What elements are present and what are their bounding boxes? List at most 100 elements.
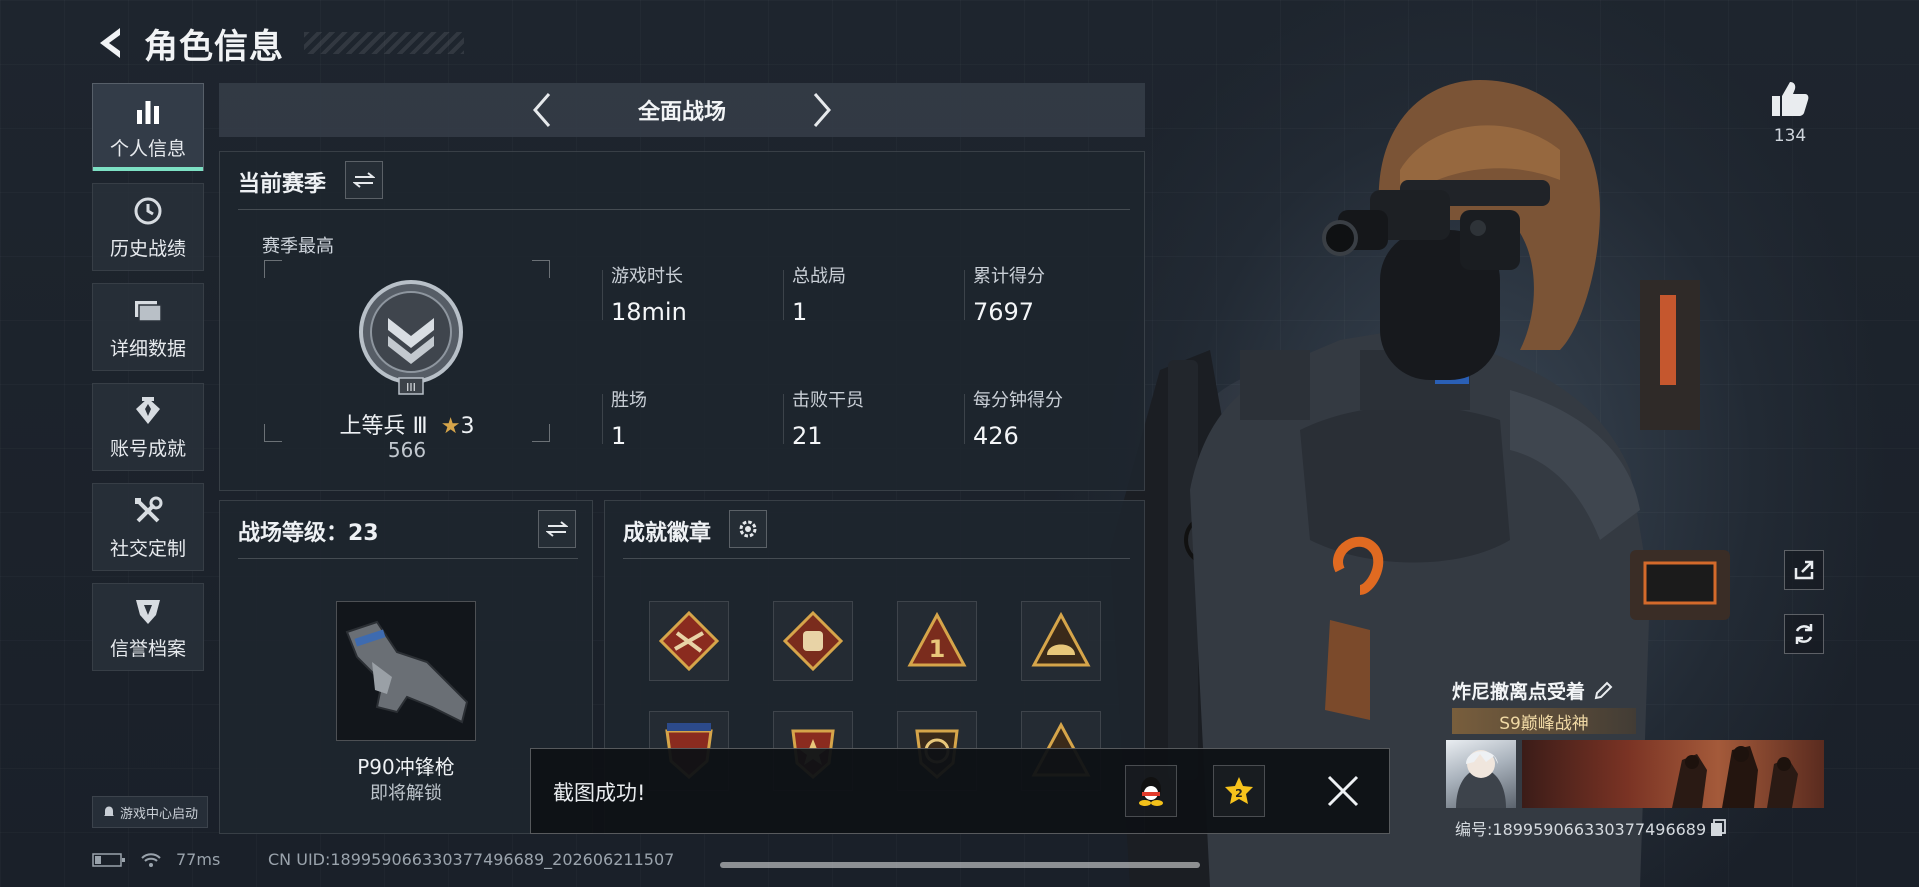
badge-item[interactable]: 1 [897, 601, 977, 681]
weapon-card[interactable] [336, 601, 476, 741]
stat-label: 游戏时长 [611, 266, 683, 287]
emblem-numeral: III [406, 381, 416, 394]
battlefield-level-title: 战场等级：23 [238, 521, 379, 546]
sidebar-item-achievements[interactable]: 账号成就 [92, 383, 204, 471]
stat-separator [964, 394, 965, 444]
share-qzone-button[interactable]: 2 [1213, 765, 1265, 817]
sidebar-item-label: 历史战绩 [109, 237, 186, 260]
close-icon[interactable] [1323, 771, 1363, 811]
clock-icon [131, 194, 165, 228]
uid-text: CN UID:18995906633037749668​9_2026062115… [268, 850, 675, 869]
badges-title: 成就徽章 [623, 521, 712, 546]
refresh-icon [1795, 624, 1813, 644]
sidebar-item-label: 个人信息 [109, 137, 186, 160]
svg-text:1: 1 [929, 635, 946, 663]
rank-score: 566 [387, 438, 427, 462]
mode-name: 全面战场 [637, 100, 726, 125]
badges-divider [623, 558, 1130, 559]
sidebar-item-credibility[interactable]: 信誉档案 [92, 583, 204, 671]
stat-value: 21 [792, 422, 823, 450]
shield-icon [131, 594, 165, 628]
stat-separator [783, 394, 784, 444]
chevron-left-icon [533, 93, 551, 127]
stat-separator [783, 270, 784, 320]
frame-corner [532, 260, 550, 278]
svg-text:2: 2 [1235, 787, 1243, 800]
swap-icon [353, 172, 375, 188]
sidebar-item-label: 账号成就 [109, 437, 186, 460]
season-divider [238, 209, 1130, 210]
share-button[interactable] [1784, 550, 1824, 590]
wifi-icon [141, 852, 161, 867]
avatar[interactable] [1446, 740, 1516, 808]
player-title-tag: S9巅峰战神 [1452, 708, 1636, 734]
ping-value: 77ms [176, 850, 221, 869]
badge-item[interactable] [773, 601, 853, 681]
page-title: 角色信息 [144, 26, 284, 67]
mode-selector: 全面战场 [219, 83, 1145, 137]
sidebar-item-profile[interactable]: 个人信息 [92, 83, 204, 171]
sidebar-item-label: 社交定制 [109, 537, 186, 560]
bell-icon [103, 806, 114, 816]
rank-frame: III 上等兵 Ⅲ ★3 566 [264, 260, 550, 462]
season-switch-button[interactable] [345, 161, 383, 199]
share-icon [1794, 560, 1814, 580]
qq-icon [1139, 777, 1163, 806]
stat-play-time: 游戏时长 18min [611, 262, 781, 326]
folder-icon [131, 294, 165, 328]
badge-item[interactable] [1021, 601, 1101, 681]
back-arrow-icon [100, 28, 120, 58]
mode-next-button[interactable] [802, 83, 842, 137]
rank-one-badge-icon: 1 [907, 611, 967, 667]
stat-label: 总战局 [792, 266, 846, 287]
badges-settings-button[interactable] [729, 510, 767, 548]
like-box: 134 [1768, 80, 1812, 146]
game-center-label: 游戏中心启动 [119, 806, 198, 822]
refresh-button[interactable] [1784, 614, 1824, 654]
stat-label: 累计得分 [973, 266, 1045, 287]
gear-icon [739, 520, 757, 538]
stat-total-score: 累计得分 7697 [973, 262, 1143, 326]
edit-pencil-icon[interactable] [1593, 681, 1613, 701]
stat-value: 426 [973, 422, 1019, 450]
thumbs-up-icon[interactable] [1770, 80, 1810, 118]
stat-kills: 击败干员 21 [792, 386, 962, 450]
swap-icon [546, 521, 568, 537]
battery-icon [92, 852, 125, 867]
crossed-guns-badge-icon [659, 611, 719, 671]
chevron-right-icon [813, 93, 831, 127]
avatar-portrait-icon [1456, 750, 1506, 808]
player-banner[interactable] [1522, 740, 1824, 808]
stat-label: 胜场 [611, 390, 647, 411]
season-panel: 当前赛季 赛季最高 III 上等兵 Ⅲ ★3 566 游戏时长 18min 总战… [219, 151, 1145, 491]
sidebar-item-details[interactable]: 详细数据 [92, 283, 204, 371]
season-best-label: 赛季最高 [262, 236, 334, 257]
screenshot-toast: 截图成功! 2 [530, 748, 1390, 834]
star-icon: ★ [440, 414, 461, 439]
stat-separator [964, 270, 965, 320]
player-id: 编号:18995906633037749668​9 [1455, 820, 1707, 839]
stat-total-matches: 总战局 1 [792, 262, 962, 326]
back-button[interactable] [92, 23, 128, 63]
sidebar-item-label: 信誉档案 [109, 637, 186, 660]
stat-label: 击败干员 [792, 390, 864, 411]
level-divider [238, 558, 578, 559]
share-qq-button[interactable] [1125, 765, 1177, 817]
mode-prev-button[interactable] [522, 83, 562, 137]
home-indicator[interactable] [720, 862, 1200, 868]
level-switch-button[interactable] [538, 510, 576, 548]
badge-item[interactable] [649, 601, 729, 681]
stat-value: 1 [792, 298, 808, 326]
sidebar-item-social[interactable]: 社交定制 [92, 483, 204, 571]
sidebar-item-label: 详细数据 [109, 337, 186, 360]
stat-separator [602, 270, 603, 320]
fist-badge-icon [783, 611, 843, 671]
stat-label: 每分钟得分 [973, 390, 1063, 411]
stat-wins: 胜场 1 [611, 386, 781, 450]
stat-value: 1 [611, 422, 627, 450]
copy-icon[interactable] [1710, 819, 1727, 837]
sidebar-item-history[interactable]: 历史战绩 [92, 183, 204, 271]
tools-icon [131, 494, 165, 528]
frame-corner [264, 260, 282, 278]
rank-emblem-icon: III [359, 280, 463, 395]
